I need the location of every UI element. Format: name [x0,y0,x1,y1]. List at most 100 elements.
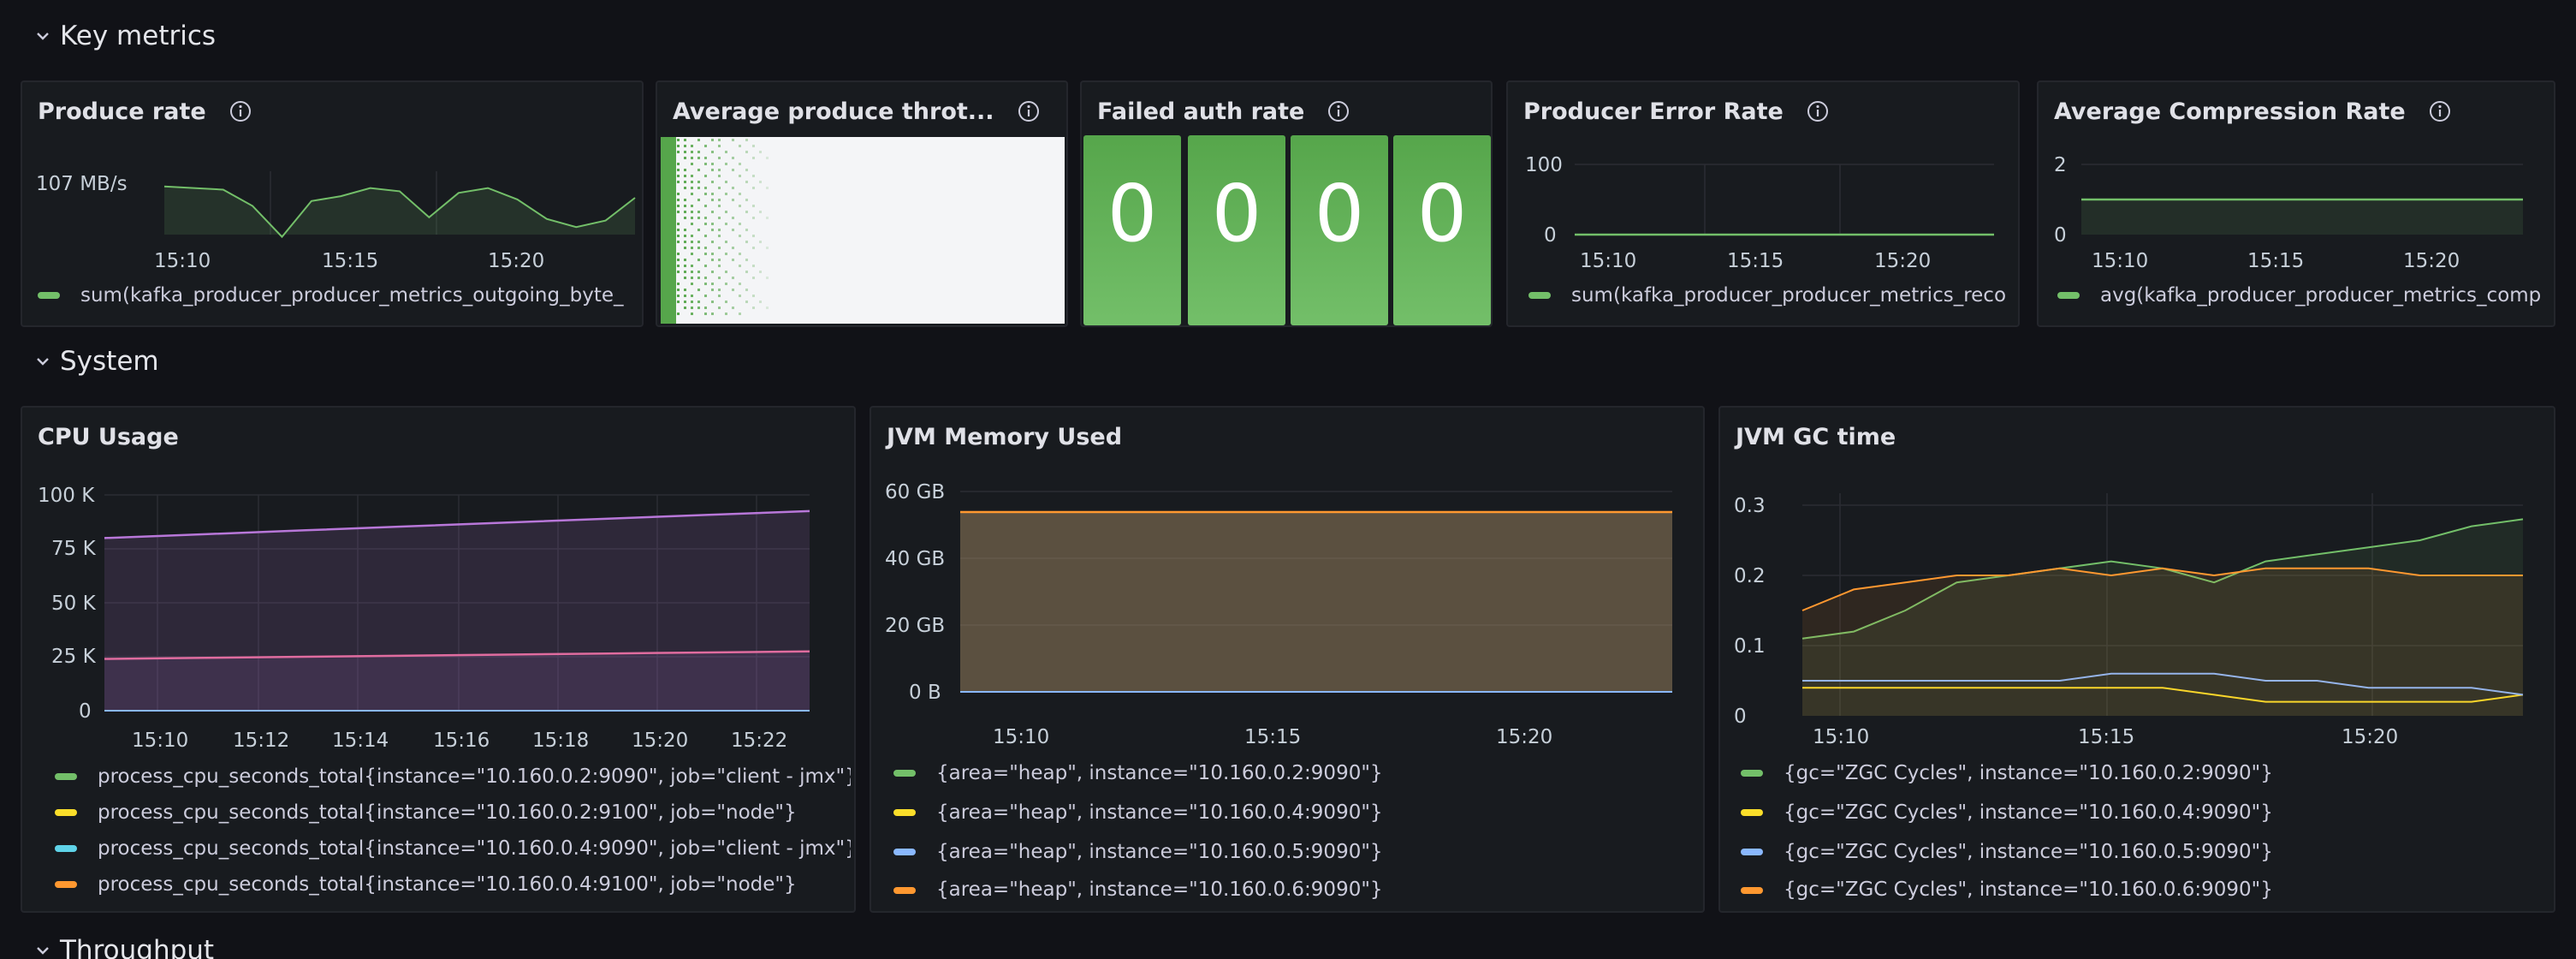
heatmap-cell [684,187,686,189]
legend-item[interactable]: process_cpu_seconds_total{instance="10.1… [55,873,851,896]
heatmap-cell [711,223,714,225]
legend-swatch [893,770,916,777]
stat-value: 0 [1211,168,1262,259]
y-tick: 60 GB [885,481,945,503]
heatmap-cell [718,247,721,249]
legend-item[interactable]: sum(kafka_producer_producer_metrics_reco [1528,284,2013,307]
heatmap-cell [704,175,707,177]
heatmap-cell [691,301,693,303]
legend-item[interactable]: process_cpu_seconds_total{instance="10.1… [55,765,851,788]
y-tick: 0 [79,700,92,723]
legend-swatch [55,809,77,816]
heatmap-cell [691,295,693,297]
legend-item[interactable]: {area="heap", instance="10.160.0.6:9090"… [893,879,1698,901]
heatmap-cell [677,265,680,267]
panel-average-compression-rate[interactable]: Average Compression Rate 2 0 15:10 15:15… [2037,80,2555,327]
heatmap-cell [697,247,700,249]
x-tick: 15:20 [2342,726,2398,748]
heatmap-cell [704,235,707,237]
legend-item[interactable]: {gc="ZGC Cycles", instance="10.160.0.6:9… [1741,879,2549,901]
legend-item[interactable]: {area="heap", instance="10.160.0.4:9090"… [893,801,1698,824]
heatmap-cell [677,163,680,165]
heatmap-cell [697,169,700,171]
chevron-down-icon [34,353,51,370]
heatmap-cell [677,289,680,291]
legend-swatch [893,849,916,855]
row-key-metrics[interactable]: Key metrics [34,21,216,51]
stat-value-box: 0 [1393,135,1491,325]
stat-value: 0 [1107,168,1158,259]
heatmap-cell [711,229,714,231]
heatmap-cell [718,265,721,267]
heatmap-cell [697,277,700,279]
heatmap-cell [684,151,686,153]
legend-item[interactable]: {gc="ZGC Cycles", instance="10.160.0.5:9… [1741,841,2549,863]
jvm-gc-chart: 0.3 0.2 0.1 0 15:10 15:15 15:20 [1734,493,2524,748]
heatmap-cell [684,307,686,309]
legend-label: process_cpu_seconds_total{instance="10.1… [98,873,797,896]
heatmap-cell [691,217,693,219]
heatmap-cell [697,217,700,219]
heatmap-cell [704,295,707,297]
legend-item[interactable]: process_cpu_seconds_total{instance="10.1… [55,837,851,860]
heatmap-cell [766,277,769,279]
row-system[interactable]: System [34,346,159,377]
legend-item[interactable]: {gc="ZGC Cycles", instance="10.160.0.4:9… [1741,801,2549,824]
panel-average-produce-throttle[interactable]: Average produce throt... [656,80,1068,327]
legend-label: {area="heap", instance="10.160.0.4:9090"… [936,801,1383,824]
panel-jvm-memory-used[interactable]: JVM Memory Used 60 GB 40 GB 20 GB 0 B 15… [870,406,1705,913]
heatmap-cell [697,289,700,291]
heatmap-cell [684,271,686,273]
heatmap-cell [711,301,714,303]
heatmap-cell [766,187,769,189]
heatmap-cell [745,301,748,303]
legend-item[interactable]: {gc="ZGC Cycles", instance="10.160.0.2:9… [1741,762,2549,784]
heatmap-cell [745,199,748,201]
heatmap-cell [711,241,714,243]
heatmap-cell [691,235,693,237]
legend-item[interactable]: sum(kafka_producer_producer_metrics_outg… [38,284,637,307]
stat-value-box: 0 [1083,135,1181,325]
x-tick: 15:10 [154,250,211,272]
panel-jvm-gc-time[interactable]: JVM GC time 0.3 0.2 0.1 0 15:10 15:15 15… [1718,406,2555,913]
heatmap-cell [732,139,734,141]
heatmap-cell [677,223,680,225]
heatmap-cell [697,187,700,189]
heatmap-cell [711,139,714,141]
series-area [960,512,1672,692]
heatmap-cell [691,313,693,315]
heatmap-cell [691,151,693,153]
heatmap-cell [711,193,714,195]
heatmap-cell [691,187,693,189]
heatmap-cell [697,271,700,273]
panel-produce-rate[interactable]: Produce rate 107 MB/s 15:10 15:15 15:20 … [21,80,644,327]
legend-item[interactable]: avg(kafka_producer_producer_metrics_comp [2057,284,2549,307]
heatmap-cell [759,241,762,243]
x-tick: 15:20 [1496,726,1552,748]
heatmap-canvas [661,137,1065,324]
heatmap-bar [661,137,676,324]
heatmap-cell [718,217,721,219]
heatmap-cell [691,283,693,285]
heatmap-cell [745,229,748,231]
heatmap-cell [759,301,762,303]
x-tick: 15:12 [233,730,289,752]
jvm-memory-chart: 60 GB 40 GB 20 GB 0 B 15:10 15:15 15:20 [885,481,1672,748]
y-tick: 0.2 [1734,565,1766,587]
panel-cpu-usage[interactable]: CPU Usage 100 K 75 K 50 K 25 K 0 15:10 1… [21,406,856,913]
stat-value-box: 0 [1188,135,1285,325]
legend-item[interactable]: process_cpu_seconds_total{instance="10.1… [55,801,851,824]
panel-producer-error-rate[interactable]: Producer Error Rate 100 0 15:10 15:15 15… [1506,80,2020,327]
legend-item[interactable]: {area="heap", instance="10.160.0.2:9090"… [893,762,1698,784]
y-tick: 0 B [909,682,941,704]
x-tick: 15:22 [731,730,787,752]
legend-label: {gc="ZGC Cycles", instance="10.160.0.6:9… [1784,879,2273,901]
legend-item[interactable]: {area="heap", instance="10.160.0.5:9090"… [893,841,1698,863]
heatmap-cell [711,211,714,213]
info-icon[interactable] [1017,99,1041,123]
info-icon[interactable] [1327,99,1350,123]
heatmap-cell [691,181,693,183]
heatmap-cell [725,271,727,273]
chevron-down-icon [34,27,51,45]
row-throughput[interactable]: Throughput [34,935,214,959]
